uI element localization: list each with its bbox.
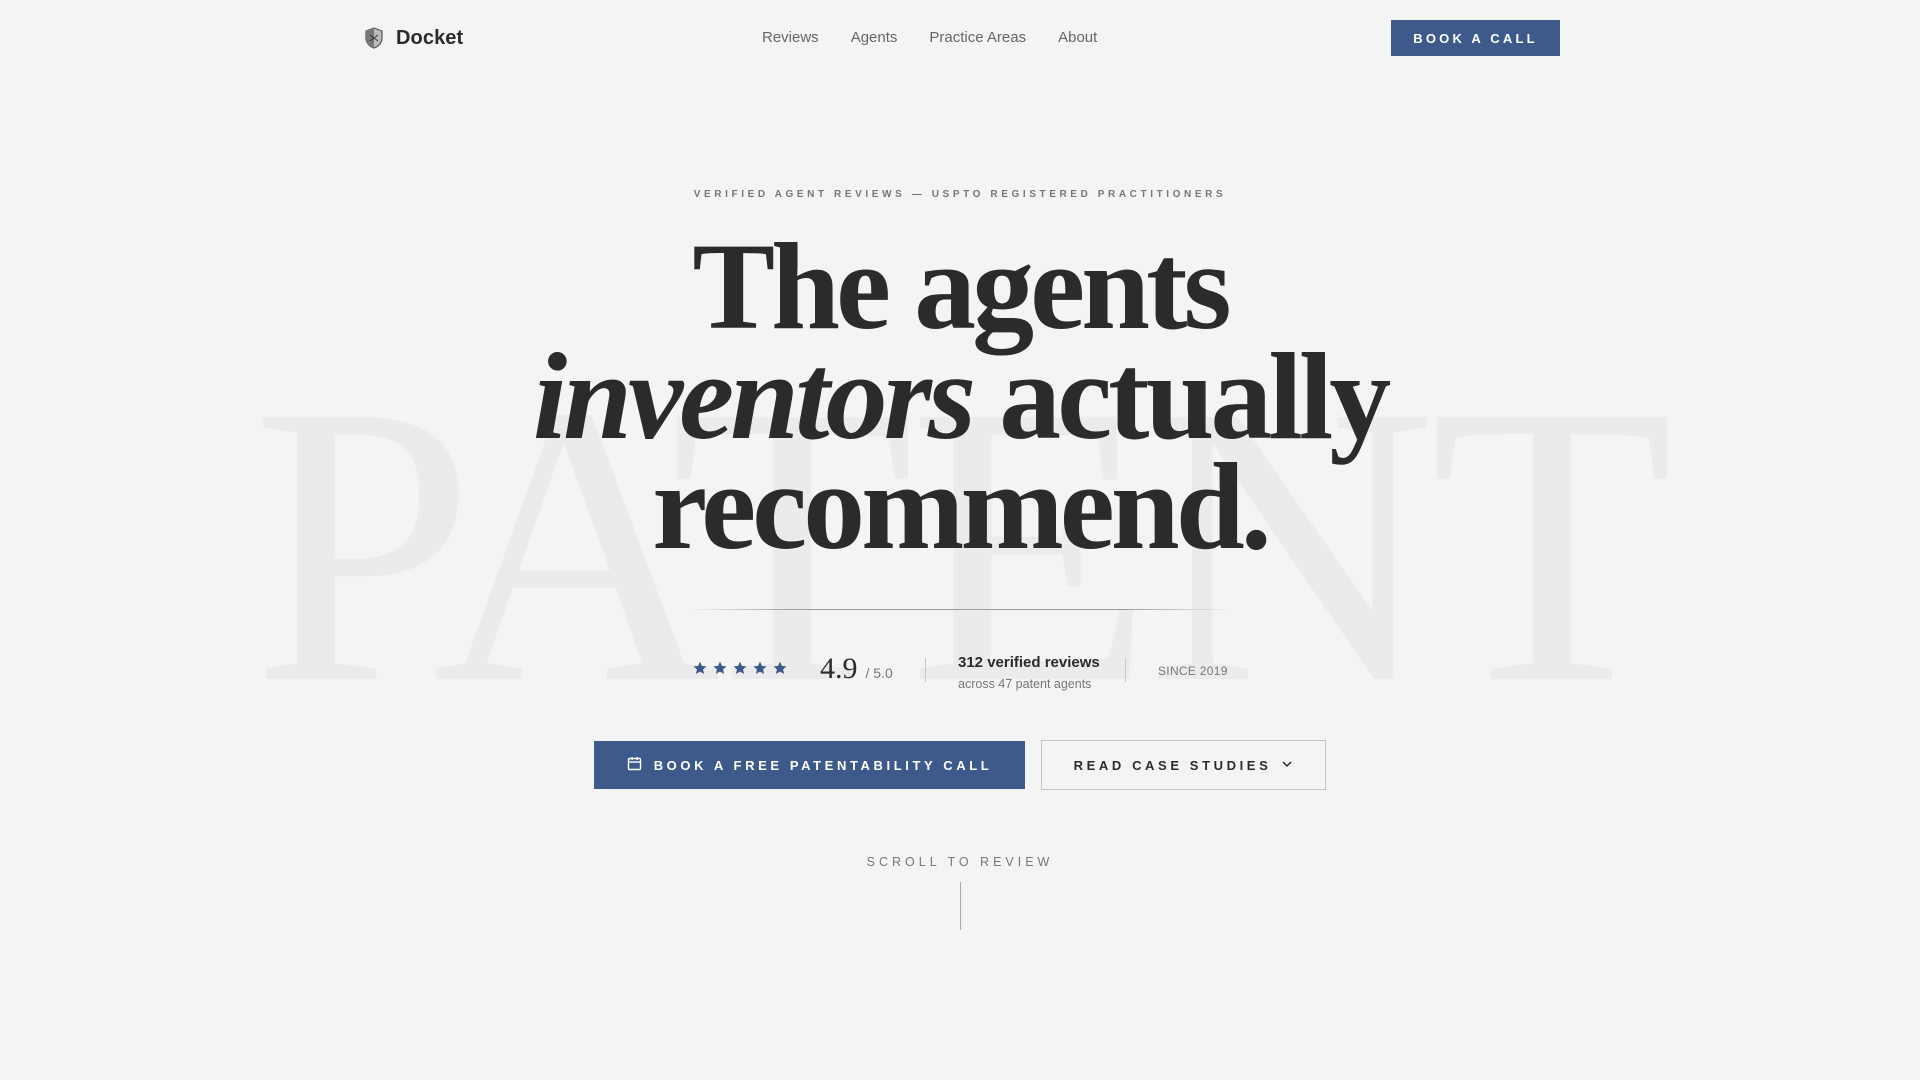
scroll-indicator-line <box>960 882 961 930</box>
nav-link-practice-areas[interactable]: Practice Areas <box>929 28 1026 48</box>
main-nav: Reviews Agents Practice Areas About <box>762 28 1097 48</box>
hero-eyebrow: VERIFIED AGENT REVIEWS — USPTO REGISTERE… <box>0 189 1920 200</box>
star-icon <box>732 660 748 676</box>
nav-link-about[interactable]: About <box>1058 28 1097 48</box>
rating-score: 4.9 / 5.0 <box>820 654 893 684</box>
reviews-subtext: across 47 patent agents <box>958 676 1100 692</box>
scroll-indicator-label[interactable]: SCROLL TO REVIEW <box>0 855 1920 869</box>
since-label: SINCE 2019 <box>1158 664 1228 678</box>
brand-name: Docket <box>396 27 463 50</box>
headline-line-3: recommend. <box>0 452 1920 562</box>
site-header: Docket Reviews Agents Practice Areas Abo… <box>0 0 1920 76</box>
read-case-studies-button[interactable]: READ CASE STUDIES <box>1041 740 1326 790</box>
star-icon <box>772 660 788 676</box>
secondary-cta-label: READ CASE STUDIES <box>1074 758 1272 773</box>
hero-headline: The agents inventors actually recommend. <box>0 232 1920 562</box>
nav-link-agents[interactable]: Agents <box>851 28 898 48</box>
rating-max: / 5.0 <box>866 665 893 681</box>
chevron-down-icon <box>1281 758 1293 773</box>
headline-line-1: The agents <box>0 232 1920 342</box>
reviews-count: 312 verified reviews <box>958 654 1100 672</box>
landing-page: PATENT Docket Reviews Agents Practice Ar… <box>0 0 1920 1080</box>
rating-stats: 4.9 / 5.0 312 verified reviews across 47… <box>0 650 1920 696</box>
shield-icon <box>364 27 384 49</box>
hero-divider <box>688 609 1232 610</box>
brand-logo[interactable]: Docket <box>364 24 463 52</box>
star-rating <box>692 660 788 676</box>
rating-value: 4.9 <box>820 654 858 684</box>
book-call-button[interactable]: BOOK A CALL <box>1391 20 1560 56</box>
reviews-summary: 312 verified reviews across 47 patent ag… <box>958 654 1100 692</box>
stats-divider <box>1125 658 1126 682</box>
calendar-icon <box>627 756 642 774</box>
stats-divider <box>925 658 926 682</box>
star-icon <box>712 660 728 676</box>
headline-line-2: inventors actually <box>0 342 1920 452</box>
star-icon <box>752 660 768 676</box>
star-icon <box>692 660 708 676</box>
book-patentability-call-button[interactable]: BOOK A FREE PATENTABILITY CALL <box>594 741 1025 789</box>
primary-cta-label: BOOK A FREE PATENTABILITY CALL <box>654 758 993 773</box>
nav-link-reviews[interactable]: Reviews <box>762 28 819 48</box>
